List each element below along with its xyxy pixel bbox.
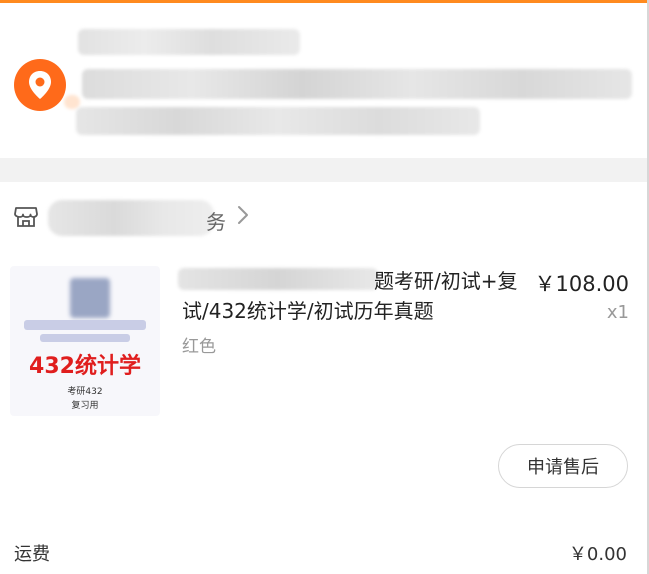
thumbnail-redacted-line: [24, 320, 146, 330]
address-line-redacted: [82, 69, 632, 99]
shop-name-suffix: 务: [206, 210, 226, 234]
redacted-mark: [64, 95, 80, 109]
order-item-card: 务 432统计学 考研432 复习用 题考研/初试+复试/432统计学/初试历年…: [0, 182, 647, 574]
product-title[interactable]: 题考研/初试+复试/432统计学/初试历年真题: [182, 266, 534, 326]
thumbnail-redacted-line: [40, 334, 130, 342]
shipping-value: ￥0.00: [568, 544, 627, 565]
product-variant: 红色: [182, 337, 216, 357]
store-icon: [14, 206, 38, 232]
address-line2-redacted: [76, 107, 480, 135]
thumbnail-caption-2: 复习用: [71, 401, 99, 411]
location-pin-icon: [14, 59, 66, 111]
thumbnail-caption: 考研432: [67, 387, 103, 397]
product-price: ￥108.00: [534, 272, 629, 296]
shipping-label: 运费: [14, 544, 50, 565]
thumbnail-redacted-blob: [70, 278, 110, 318]
section-divider: [0, 158, 647, 182]
chevron-right-icon[interactable]: [236, 204, 250, 230]
recipient-name-redacted: [78, 29, 300, 55]
after-sale-button[interactable]: 申请售后: [498, 444, 628, 488]
thumbnail-headline: 432统计学: [29, 354, 141, 379]
product-title-text: 题考研/初试+复试/432统计学/初试历年真题: [182, 269, 518, 323]
product-thumbnail[interactable]: 432统计学 考研432 复习用: [10, 266, 160, 416]
product-quantity: x1: [606, 302, 629, 323]
address-card[interactable]: [0, 3, 647, 158]
shop-name-redacted[interactable]: [48, 200, 214, 236]
